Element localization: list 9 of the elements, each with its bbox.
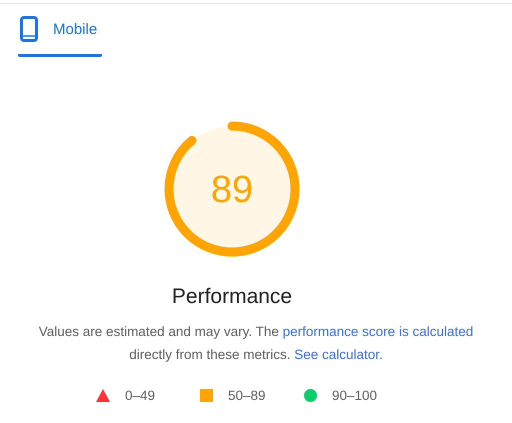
category-title: Performance (172, 285, 292, 309)
legend-label: 50–89 (228, 388, 266, 403)
tab[interactable]: Mobile (18, 14, 102, 57)
phone-icon (20, 16, 38, 42)
link[interactable]: See calculator. (294, 347, 383, 362)
legend-label: 90–100 (332, 388, 378, 403)
description-text: Values are estimated and may vary. The performance score is calculated directly from these metrics. See calculator. (38, 323, 474, 364)
legend-label: 0–49 (125, 388, 156, 403)
link[interactable]: performance score is calculated (282, 324, 474, 339)
